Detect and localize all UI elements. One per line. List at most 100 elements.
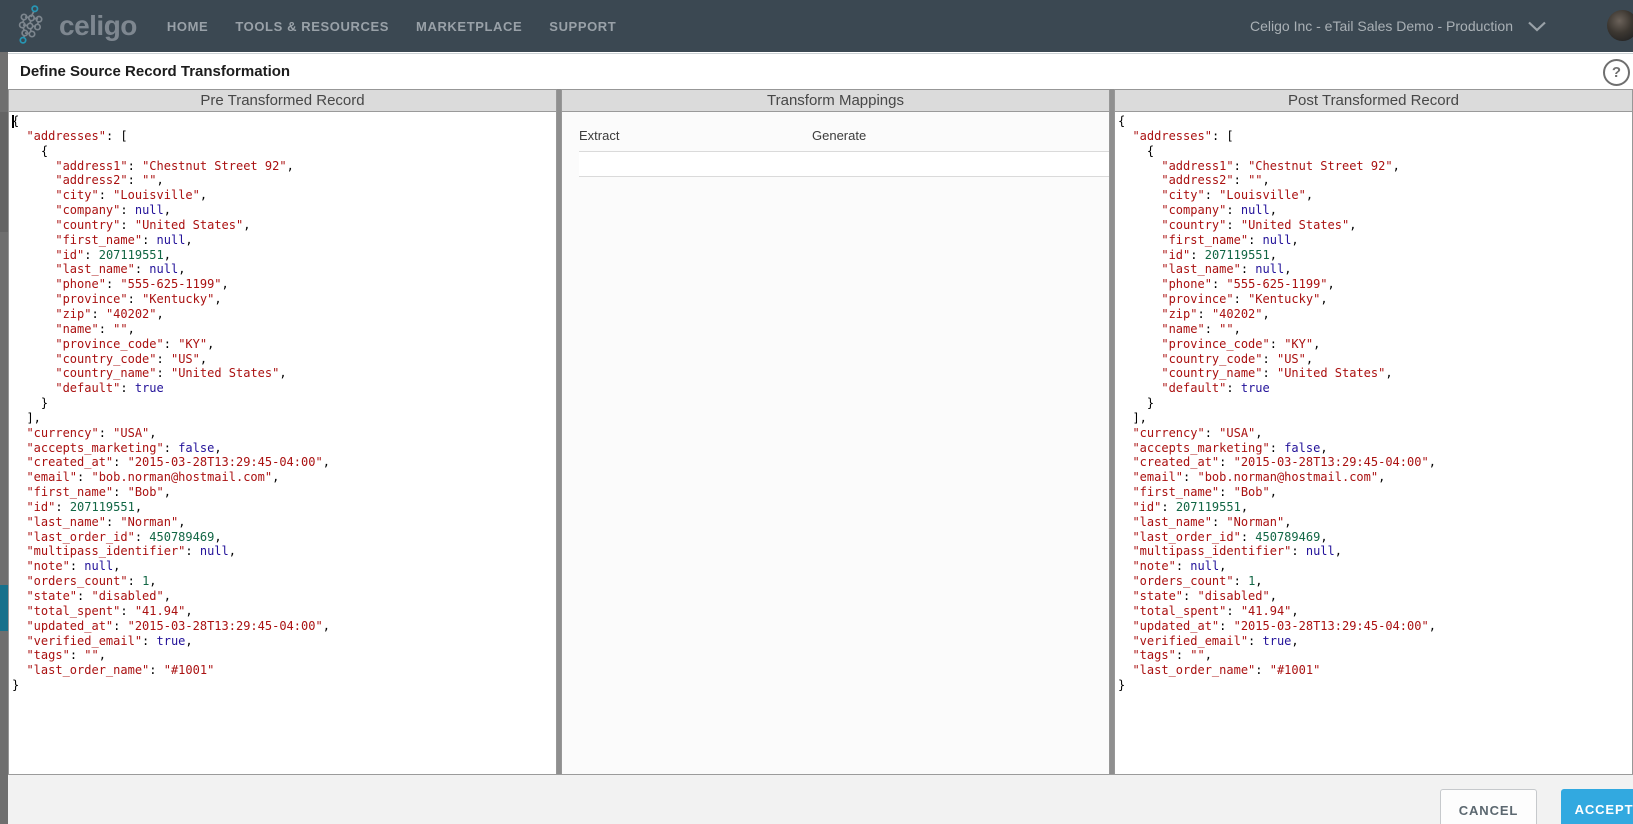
code-line: "first_name": null, [55,232,193,247]
panels-container: Pre Transformed Record { "addresses": [ … [8,89,1633,774]
panel-header-post: Post Transformed Record [1115,90,1632,112]
code-line: "id": 207119551, [55,247,171,262]
code-line: "currency": "USA", [1132,425,1263,440]
code-line: "updated_at": "2015-03-28T13:29:45-04:00… [26,618,330,633]
code-line: "zip": "40202", [55,306,164,321]
user-avatar[interactable] [1607,10,1633,41]
code-line: "first_name": "Bob", [1132,485,1277,500]
generate-column-label: Generate [812,128,867,143]
code-line: "last_name": "Norman", [1132,514,1292,529]
code-line: ], [12,410,41,425]
code-line: "province": "Kentucky", [55,292,222,307]
panel-header-pre: Pre Transformed Record [9,90,556,112]
code-line: "last_order_id": 450789469, [26,529,222,544]
code-line: "verified_email": true, [1132,633,1299,648]
dialog-title-bar: Define Source Record Transformation ? [8,54,1633,89]
code-line: { [12,114,20,128]
account-selector[interactable]: Celigo Inc - eTail Sales Demo - Producti… [1250,0,1547,52]
code-line: "province_code": "KY", [55,336,215,351]
main-menu: HOME TOOLS & RESOURCES MARKETPLACE SUPPO… [167,19,616,34]
background-page-block [0,112,8,232]
transformation-dialog: Define Source Record Transformation ? Pr… [8,53,1633,824]
extract-column-label: Extract [579,128,620,143]
code-line: "note": null, [1132,559,1227,574]
chevron-down-icon [1527,21,1547,32]
account-name-label: Celigo Inc - eTail Sales Demo - Producti… [1249,18,1513,34]
code-line: "addresses": [ [1132,128,1234,143]
code-line: "phone": "555-625-1199", [55,277,229,292]
code-line: "created_at": "2015-03-28T13:29:45-04:00… [1132,455,1436,470]
code-line: "zip": "40202", [1161,306,1270,321]
code-line: "city": "Louisville", [1161,188,1314,203]
help-button[interactable]: ? [1603,59,1630,86]
text-cursor [12,115,14,128]
panel-pre-transformed: Pre Transformed Record { "addresses": [ … [8,89,557,774]
code-line: "verified_email": true, [26,633,193,648]
code-line: "multipass_identifier": null, [1132,544,1342,559]
code-line: "address2": "", [55,173,164,188]
code-line: "tags": "", [1132,648,1212,663]
top-navigation-bar: celigo HOME TOOLS & RESOURCES MARKETPLAC… [0,0,1633,52]
code-line: "country_name": "United States", [55,366,287,381]
code-line: "accepts_marketing": false, [1132,440,1328,455]
code-line: "city": "Louisville", [55,188,208,203]
nav-item-support[interactable]: SUPPORT [549,19,616,34]
code-line: "last_order_id": 450789469, [1132,529,1328,544]
panel-title-pre: Pre Transformed Record [200,92,365,109]
code-line: "province_code": "KY", [1161,336,1321,351]
code-line: "currency": "USA", [26,425,157,440]
pre-record-json-editor[interactable]: { "addresses": [ { "address1": "Chestnut… [9,112,556,693]
celigo-molecule-icon [14,4,52,49]
code-line: } [12,678,20,693]
nav-item-home[interactable]: HOME [167,19,208,34]
post-record-json-viewer[interactable]: { "addresses": [ { "address1": "Chestnut… [1115,112,1632,693]
code-line: "country_code": "US", [1161,351,1314,366]
mapping-column-labels: Extract Generate [562,128,1109,151]
code-line: "orders_count": 1, [26,574,157,589]
panel-header-mappings: Transform Mappings [562,90,1109,112]
background-teal-highlight [0,585,8,631]
code-line: "first_name": "Bob", [26,485,171,500]
code-line: "company": null, [1161,203,1277,218]
code-line: "phone": "555-625-1199", [1161,277,1335,292]
code-line: "last_name": "Norman", [26,514,186,529]
celigo-logo[interactable]: celigo [14,4,137,49]
nav-item-marketplace[interactable]: MARKETPLACE [416,19,522,34]
code-line: "id": 207119551, [1132,499,1249,514]
code-line: "addresses": [ [26,128,128,143]
code-line: "first_name": null, [1161,232,1299,247]
code-line: "email": "bob.norman@hostmail.com", [1132,470,1386,485]
panel-title-post: Post Transformed Record [1288,92,1459,109]
code-line: "name": "", [1161,321,1241,336]
dialog-title: Define Source Record Transformation [20,63,291,80]
accept-button[interactable]: ACCEPT [1561,789,1633,824]
code-line: "province": "Kentucky", [1161,292,1328,307]
celigo-wordmark: celigo [59,10,137,41]
code-line: "last_order_name": "#1001" [1132,663,1321,678]
code-line: "updated_at": "2015-03-28T13:29:45-04:00… [1132,618,1436,633]
code-line: "name": "", [55,321,135,336]
code-line: "orders_count": 1, [1132,574,1263,589]
panel-body-post: { "addresses": [ { "address1": "Chestnut… [1115,112,1632,773]
code-line: "created_at": "2015-03-28T13:29:45-04:00… [26,455,330,470]
code-line: "tags": "", [26,648,106,663]
code-line: "email": "bob.norman@hostmail.com", [26,470,280,485]
code-line: "country": "United States", [1161,217,1357,232]
code-line: "company": null, [55,203,171,218]
dialog-footer: CANCEL ACCEPT [8,774,1633,824]
code-line: "default": true [55,381,164,396]
code-line: "state": "disabled", [1132,589,1277,603]
nav-item-tools-resources[interactable]: TOOLS & RESOURCES [235,19,389,34]
code-line: } [12,396,49,411]
code-line: "address2": "", [1161,173,1270,188]
mapping-row-empty[interactable] [579,151,1109,177]
code-line: { [1118,143,1155,158]
code-line: } [1118,678,1126,693]
cancel-button[interactable]: CANCEL [1440,789,1537,824]
code-line: "country_code": "US", [55,351,208,366]
code-line: "note": null, [26,559,121,574]
question-mark-icon: ? [1611,64,1622,81]
code-line: "last_name": null, [55,262,186,277]
code-line: "default": true [1161,381,1270,396]
code-line: "multipass_identifier": null, [26,544,236,559]
